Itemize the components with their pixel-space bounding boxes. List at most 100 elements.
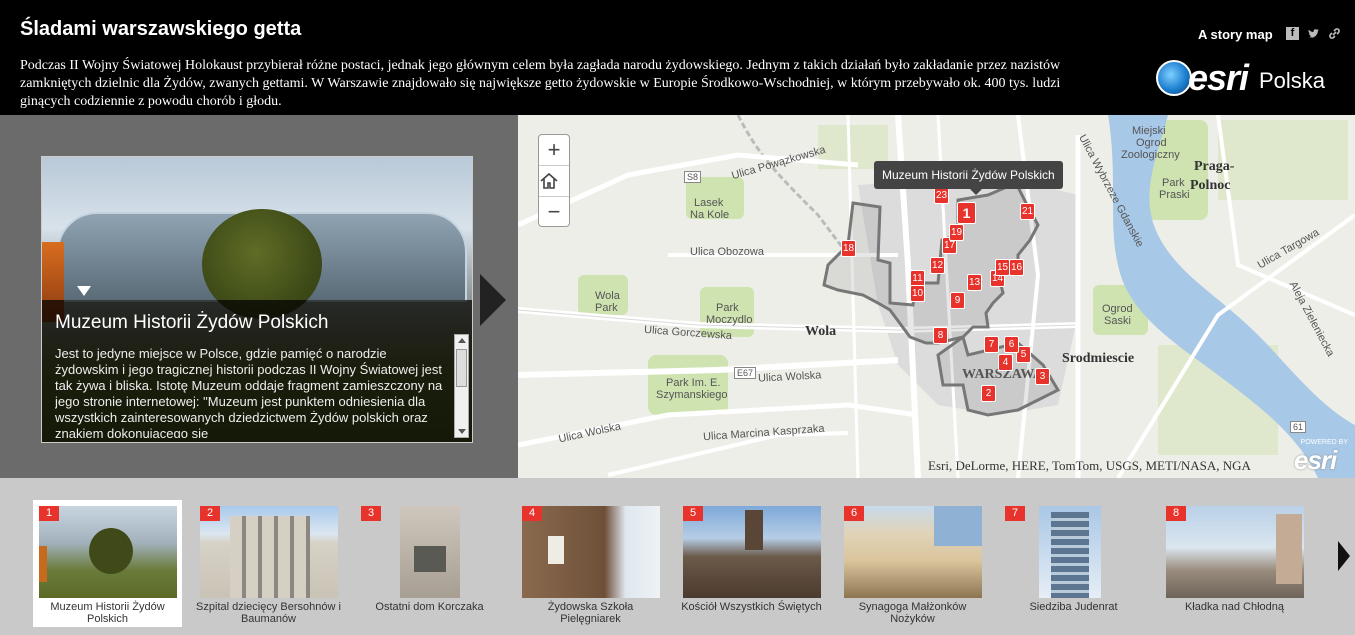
map-pin-15[interactable]: 15 — [995, 259, 1010, 276]
map-pin-2[interactable]: 2 — [981, 385, 996, 402]
carousel-item-label: Kładka nad Chłodną — [1184, 601, 1285, 613]
carousel-item-label: Siedziba Judenrat — [1029, 601, 1118, 613]
carousel-thumb-image — [522, 506, 660, 598]
map-pin-13[interactable]: 13 — [967, 274, 982, 291]
caption-toggle-icon[interactable] — [77, 286, 91, 296]
carousel-item-number: 2 — [200, 506, 220, 521]
map-label-wola: Wola — [805, 324, 837, 339]
map-pin-10[interactable]: 10 — [910, 285, 925, 302]
map-label-saski2: Saski — [1104, 315, 1131, 327]
carousel-item-5[interactable]: 5 Kościół Wszystkich Świętych — [677, 500, 826, 627]
map-label-lasek1: Lasek — [694, 197, 724, 209]
map-pin-23[interactable]: 23 — [934, 187, 949, 204]
map-pin-8[interactable]: 8 — [933, 327, 948, 344]
map-tooltip: Muzeum Historii Żydów Polskich — [874, 161, 1063, 195]
road-shield-61: 61 — [1290, 421, 1307, 433]
detail-panel: Muzeum Historii Żydów Polskich Jest to j… — [0, 115, 518, 478]
feature-description: Jest to jedyne miejsce w Polsce, gdzie p… — [55, 346, 443, 438]
carousel-item-label: Ostatni dom Korczaka — [375, 601, 484, 613]
feature-photo-card: Muzeum Historii Żydów Polskich Jest to j… — [41, 156, 473, 443]
carousel-thumb-image — [400, 506, 460, 598]
esri-polska-logo[interactable]: esri Polska — [1156, 58, 1336, 100]
carousel-item-label: Kościół Wszystkich Świętych — [681, 601, 822, 613]
facebook-icon[interactable]: f — [1286, 27, 1299, 40]
carousel-thumb-image — [844, 506, 982, 598]
carousel-item-8[interactable]: 8 Kładka nad Chłodną — [1160, 500, 1309, 627]
map-label-moczydlo2: Moczydlo — [706, 314, 753, 326]
map-label-szym2: Szymanskiego — [656, 389, 728, 401]
map-view[interactable]: Wola Srodmiescie Praga- Polnoc WARSZAWA … — [518, 115, 1355, 478]
map-label-praga1: Praga- — [1194, 159, 1235, 174]
map-label-zoo1: Miejski — [1132, 125, 1166, 137]
carousel-thumb-image — [1166, 506, 1304, 598]
carousel-thumb-image — [1039, 506, 1101, 598]
next-feature-button[interactable] — [480, 274, 506, 326]
map-label-wolapark1: Wola — [595, 290, 620, 302]
map-pin-19[interactable]: 19 — [949, 224, 964, 241]
map-label-praga2: Polnoc — [1190, 178, 1231, 193]
carousel-item-number: 1 — [39, 506, 59, 521]
carousel-item-number: 7 — [1005, 506, 1025, 521]
road-shield-e67: E67 — [734, 367, 757, 379]
map-label-srodmiescie: Srodmiescie — [1062, 351, 1135, 366]
carousel-item-number: 6 — [844, 506, 864, 521]
map-label-zoo3: Zoologiczny — [1121, 149, 1180, 161]
map-pin-3[interactable]: 3 — [1035, 368, 1050, 385]
intro-text: Podczas II Wojny Światowej Holokaust prz… — [20, 58, 1061, 109]
scroll-up-icon[interactable] — [458, 338, 466, 343]
carousel-item-4[interactable]: 4 Żydowska Szkoła Pielęgniarek — [516, 500, 665, 627]
carousel-item-label: Muzeum Historii Żydów Polskich — [50, 601, 165, 625]
carousel-item-3[interactable]: 3 Ostatni dom Korczaka — [355, 500, 504, 627]
carousel-item-number: 3 — [361, 506, 381, 521]
map-label-zoo2: Ogrod — [1136, 137, 1167, 149]
story-map-app: Śladami warszawskiego getta Podczas II W… — [0, 0, 1355, 635]
map-pin-7[interactable]: 7 — [984, 336, 999, 353]
map-pin-18[interactable]: 18 — [841, 240, 856, 257]
carousel-item-label: Żydowska Szkoła Pielęgniarek — [547, 601, 634, 625]
page-title: Śladami warszawskiego getta — [20, 18, 302, 40]
map-label-praski1: Park — [1162, 177, 1185, 189]
carousel-thumb-image — [200, 506, 338, 598]
carousel-thumb-image — [39, 506, 177, 598]
carousel-thumb-image — [683, 506, 821, 598]
map-pin-9[interactable]: 9 — [950, 292, 965, 309]
zoom-in-button[interactable]: + — [539, 135, 569, 166]
map-label-saski1: Ogrod — [1102, 303, 1133, 315]
map-label-moczydlo1: Park — [716, 302, 739, 314]
photo-caption: Muzeum Historii Żydów Polskich Jest to j… — [42, 300, 472, 442]
map-pin-4[interactable]: 4 — [998, 354, 1013, 371]
logo-word: esri — [1188, 57, 1249, 98]
map-pin-16[interactable]: 16 — [1009, 259, 1024, 276]
map-attribution: Esri, DeLorme, HERE, TomTom, USGS, METI/… — [928, 458, 1251, 473]
carousel-item-label: Synagoga Małżonków Nożyków — [858, 601, 967, 625]
zoom-out-button[interactable]: − — [539, 197, 569, 228]
carousel-item-number: 8 — [1166, 506, 1186, 521]
map-pin-1[interactable]: 1 — [957, 202, 976, 224]
scroll-thumb[interactable] — [456, 349, 467, 387]
map-label-praski2: Praski — [1159, 189, 1190, 201]
map-pin-6[interactable]: 6 — [1004, 336, 1019, 353]
carousel-item-1[interactable]: 1 Muzeum Historii Żydów Polskich — [33, 500, 182, 627]
map-label-szym1: Park Im. E. — [666, 377, 721, 389]
carousel-item-6[interactable]: 6 Synagoga Małżonków Nożyków — [838, 500, 987, 627]
home-button[interactable] — [539, 166, 569, 197]
carousel-item-number: 4 — [522, 506, 542, 521]
road-shield-s8: S8 — [684, 171, 702, 183]
carousel-item-2[interactable]: 2 Szpital dziecięcy Bersohnów i Baumanów — [194, 500, 343, 627]
link-icon[interactable] — [1328, 27, 1341, 40]
carousel-next-button[interactable] — [1338, 541, 1350, 571]
map-pin-21[interactable]: 21 — [1020, 203, 1035, 220]
powered-by-esri-logo[interactable]: esri — [1294, 445, 1337, 476]
zoom-control: + − — [538, 134, 570, 227]
carousel-item-label: Szpital dziecięcy Bersohnów i Baumanów — [196, 601, 341, 625]
logo-country: Polska — [1259, 68, 1326, 93]
map-label-obozowa: Ulica Obozowa — [690, 246, 764, 258]
carousel-item-7[interactable]: 7 Siedziba Judenrat — [999, 500, 1148, 627]
scroll-down-icon[interactable] — [458, 429, 466, 434]
map-pin-12[interactable]: 12 — [930, 257, 945, 274]
feature-carousel: 1 Muzeum Historii Żydów Polskich 2 Szpit… — [0, 478, 1355, 635]
twitter-icon[interactable] — [1307, 27, 1320, 40]
map-label-wolapark2: Park — [595, 302, 618, 314]
caption-scrollbar[interactable] — [454, 334, 469, 438]
story-map-link[interactable]: A story map — [1198, 27, 1273, 42]
